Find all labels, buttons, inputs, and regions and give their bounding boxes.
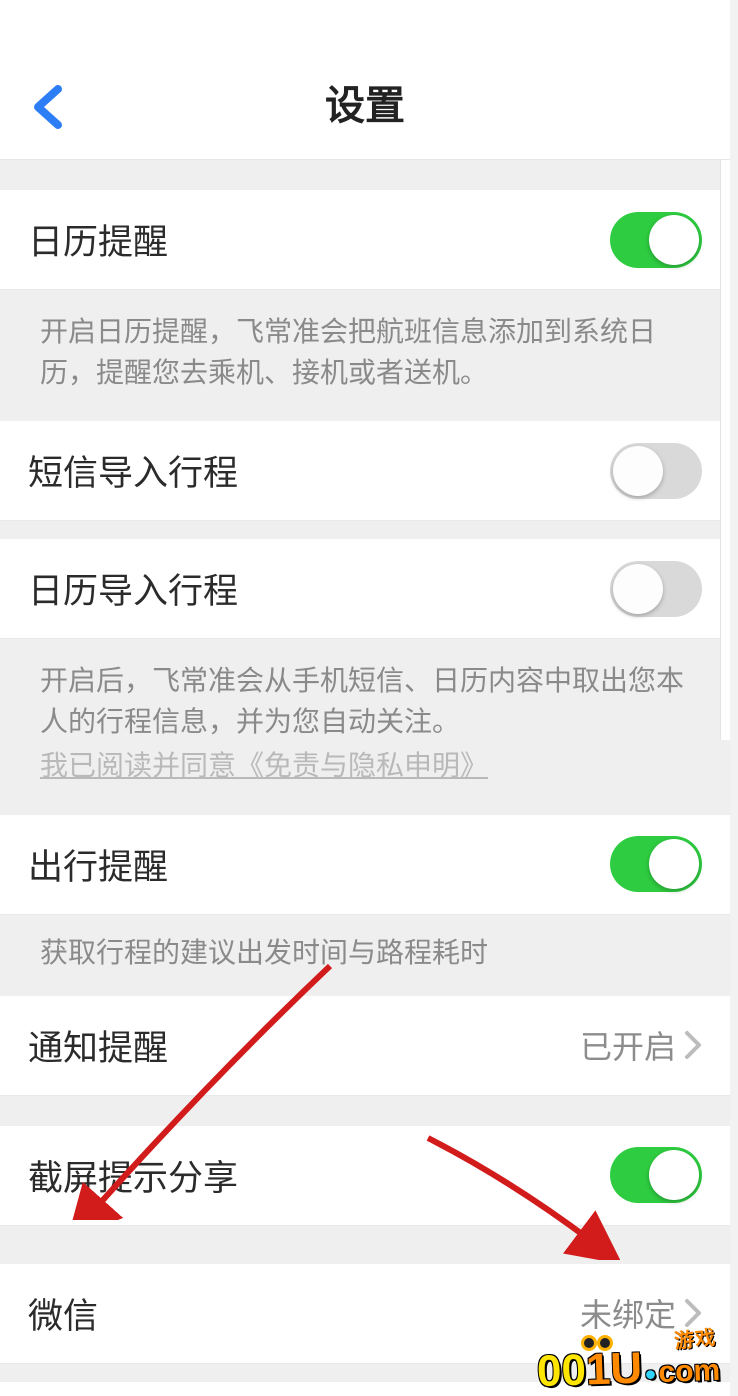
- toggle-sms-import[interactable]: [610, 443, 702, 499]
- privacy-link[interactable]: 我已阅读并同意《免责与隐私申明》: [40, 746, 488, 787]
- note-import: 开启后，飞常准会从手机短信、日历内容中取出您本人的行程信息，并为您自动关注。 我…: [0, 639, 730, 815]
- row-calendar-import[interactable]: 日历导入行程: [0, 539, 730, 639]
- row-push-reminder[interactable]: 通知提醒 已开启: [0, 996, 730, 1096]
- scrollbar[interactable]: [720, 160, 730, 740]
- row-sms-import[interactable]: 短信导入行程: [0, 421, 730, 521]
- row-label: 日历提醒: [28, 214, 168, 265]
- row-label: 截屏提示分享: [28, 1150, 238, 1201]
- note-travel-reminder: 获取行程的建议出发时间与路程耗时: [0, 915, 730, 996]
- page-title: 设置: [0, 73, 730, 131]
- toggle-travel-reminder[interactable]: [610, 836, 702, 892]
- row-label: 日历导入行程: [28, 563, 238, 614]
- note-calendar-reminder: 开启日历提醒，飞常准会把航班信息添加到系统日历，提醒您去乘机、接机或者送机。: [0, 290, 730, 421]
- toggle-calendar-reminder[interactable]: [610, 212, 702, 268]
- chevron-right-icon: [684, 1030, 702, 1060]
- toggle-screenshot-share[interactable]: [610, 1147, 702, 1203]
- row-label: 短信导入行程: [28, 445, 238, 496]
- note-import-text: 开启后，飞常准会从手机短信、日历内容中取出您本人的行程信息，并为您自动关注。: [40, 665, 684, 737]
- nav-bar: 设置: [0, 0, 730, 160]
- row-value: 已开启: [580, 1022, 676, 1068]
- row-travel-reminder[interactable]: 出行提醒: [0, 815, 730, 915]
- toggle-calendar-import[interactable]: [610, 561, 702, 617]
- row-label: 出行提醒: [28, 839, 168, 890]
- row-label: 通知提醒: [28, 1020, 168, 1071]
- row-screenshot-share[interactable]: 截屏提示分享: [0, 1126, 730, 1226]
- row-value: 未绑定: [580, 1290, 676, 1336]
- row-calendar-reminder[interactable]: 日历提醒: [0, 190, 730, 290]
- row-label: 微信: [28, 1288, 98, 1339]
- watermark-logo: 001U●com: [536, 1341, 721, 1396]
